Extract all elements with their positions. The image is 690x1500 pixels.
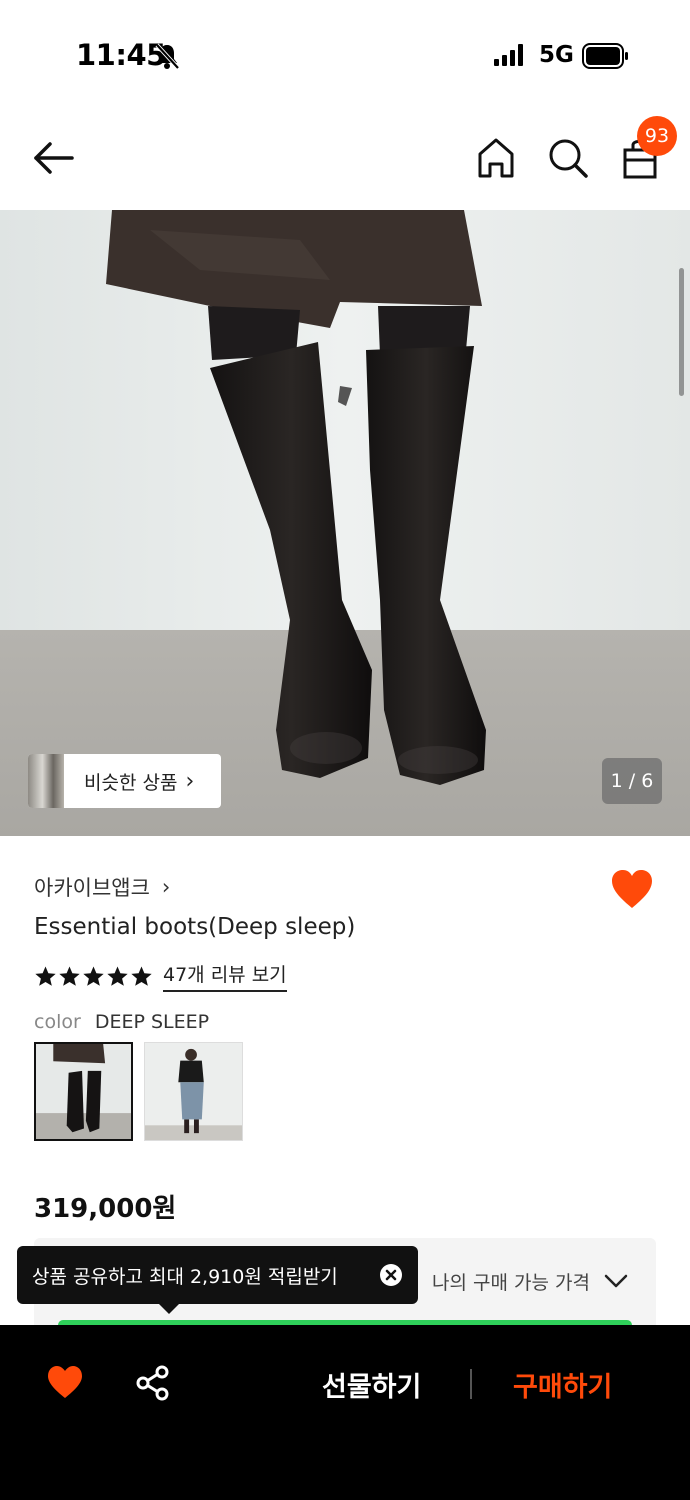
share-reward-tooltip: 상품 공유하고 최대 2,910원 적립받기 xyxy=(17,1246,418,1314)
back-arrow-icon[interactable] xyxy=(32,138,76,178)
bottom-action-bar: 선물하기 구매하기 xyxy=(0,1325,690,1500)
brand-name: 아카이브앱크 xyxy=(34,876,150,900)
chevron-down-icon[interactable] xyxy=(604,1272,628,1290)
rating-stars xyxy=(34,965,153,988)
signal-icon xyxy=(494,44,523,66)
tooltip-text: 상품 공유하고 최대 2,910원 적립받기 xyxy=(32,1265,338,1288)
buy-button[interactable]: 구매하기 xyxy=(513,1365,612,1404)
bell-slash-icon xyxy=(155,43,180,70)
rating-row: 47개 리뷰 보기 xyxy=(34,960,287,992)
top-nav xyxy=(0,110,690,210)
star-icon xyxy=(131,965,152,986)
scroll-indicator xyxy=(679,268,684,396)
product-image-gallery[interactable]: 비슷한 상품 › 1 / 6 xyxy=(0,210,690,836)
color-label: color xyxy=(34,1011,81,1033)
close-icon[interactable] xyxy=(380,1264,402,1286)
brand-link[interactable]: 아카이브앱크 › xyxy=(34,872,170,902)
share-icon[interactable] xyxy=(136,1365,170,1401)
product-price: 319,000원 xyxy=(34,1194,177,1224)
gift-button[interactable]: 선물하기 xyxy=(322,1365,421,1404)
status-bar: 11:45 5G xyxy=(0,0,690,110)
similar-products-label: 비슷한 상품 xyxy=(84,771,178,794)
battery-icon xyxy=(582,43,628,69)
similar-products-thumbnail xyxy=(28,754,64,808)
similar-products-button[interactable]: 비슷한 상품 › xyxy=(28,754,221,808)
color-swatch-outfit[interactable] xyxy=(144,1042,243,1141)
chevron-right-icon: › xyxy=(185,768,195,794)
heart-icon[interactable] xyxy=(46,1365,84,1399)
star-icon xyxy=(35,965,56,986)
color-value: DEEP SLEEP xyxy=(94,1011,210,1033)
search-icon[interactable] xyxy=(546,136,590,180)
star-icon xyxy=(107,965,128,986)
star-icon xyxy=(59,965,80,986)
my-price-label: 나의 구매 가능 가격 xyxy=(432,1272,590,1294)
color-option: color DEEP SLEEP xyxy=(34,1011,209,1033)
network-label: 5G xyxy=(539,42,574,68)
star-icon xyxy=(83,965,104,986)
product-photo xyxy=(0,210,690,836)
heart-icon[interactable] xyxy=(610,868,654,910)
cart-count-badge: 93 xyxy=(637,116,677,156)
divider xyxy=(470,1369,472,1399)
image-page-indicator: 1 / 6 xyxy=(602,758,662,804)
product-title: Essential boots(Deep sleep) xyxy=(34,914,356,940)
status-time: 11:45 xyxy=(76,38,166,72)
color-swatch-boots[interactable] xyxy=(34,1042,133,1141)
home-icon[interactable] xyxy=(476,136,516,180)
chevron-right-icon: › xyxy=(161,875,171,899)
review-link[interactable]: 47개 리뷰 보기 xyxy=(163,960,287,992)
